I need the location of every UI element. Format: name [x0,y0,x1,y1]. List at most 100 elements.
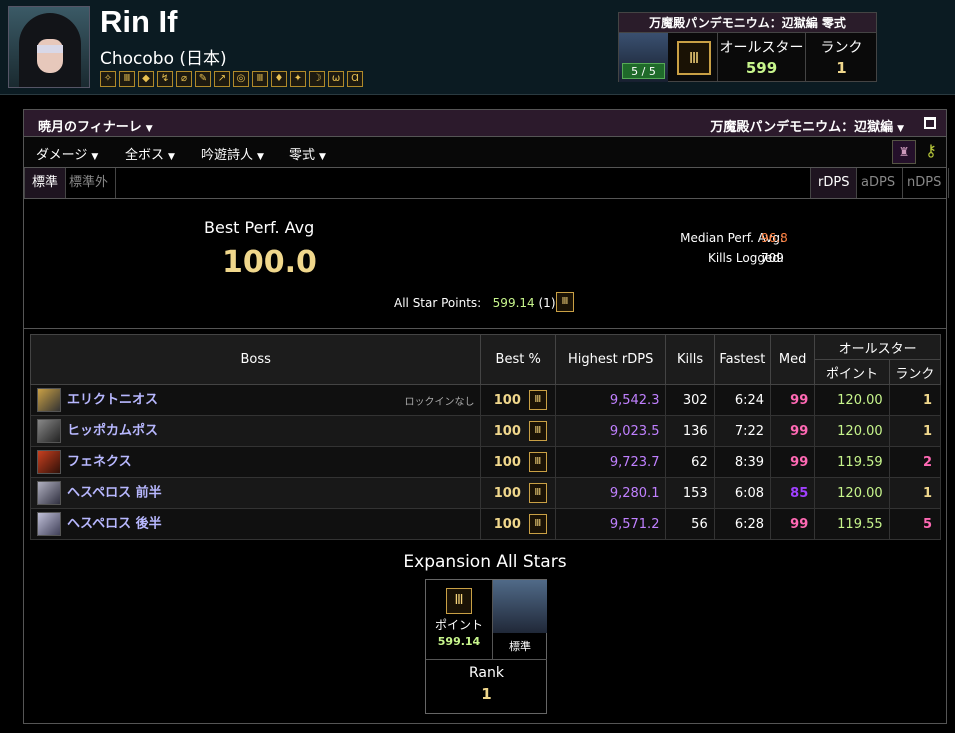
bard-crest-icon[interactable]: Ⅲ [528,452,547,472]
kills-cell: 56 [665,508,715,540]
key-icon[interactable]: ⚷ [919,140,943,164]
white-mage-icon[interactable]: ⌀ [176,71,192,87]
rankings-panel: 暁月のフィナーレ ▼ 万魔殿パンデモニウム：辺獄編 ▼ ダメージ ▼ 全ボス ▼ 吟遊詩… [23,109,950,724]
filter-bar: ダメージ ▼ 全ボス ▼ 吟遊詩人 ▼ 零式 ▼ ♜ ⚷ [24,137,946,168]
expansion-points-label: ポイント [434,618,483,632]
kills-cell: 302 [665,384,715,416]
character-avatar[interactable] [8,6,90,88]
table-row[interactable]: ヘスペロス 後半 100 Ⅲ 9,571.2 56 6:28 99 119.55 … [29,508,942,540]
boss-portrait-icon [37,450,61,474]
bard-crest-icon[interactable]: Ⅲ [528,390,547,410]
monk-icon[interactable]: Ⅲ [252,71,268,87]
dark-knight-icon[interactable]: ◆ [138,71,154,87]
filter-difficulty[interactable]: 零式 ▼ [289,144,326,163]
character-name[interactable]: Rin If [100,4,178,40]
fastest-cell: 6:08 [713,477,772,509]
bard-crest-icon[interactable]: Ⅲ [528,483,547,503]
rank-cell: 1 [888,477,942,509]
allstar-value: 599 [745,59,778,77]
gunbreaker-icon[interactable]: ↯ [157,71,173,87]
points-cell: 120.00 [814,477,890,509]
allstar-points-rank: (1) [538,296,556,310]
raid-group-icon[interactable]: ♜ [892,140,916,164]
tab-non-standard[interactable]: 標準外 [62,168,117,198]
col-points[interactable]: ポイント [814,359,890,385]
boss-cell[interactable]: エリクトニオス ロックインなし [29,384,482,416]
table-row[interactable]: ヒッポカムポス 100 Ⅲ 9,023.5 136 7:22 99 120.00 … [29,415,942,447]
ninja-icon[interactable]: ✦ [290,71,306,87]
tab-standard[interactable]: 標準 [24,168,67,198]
bard-crest-icon[interactable]: Ⅲ [528,421,547,441]
boss-cell[interactable]: ヘスペロス 前半 [29,477,482,509]
boss-name: ヒッポカムポス [67,423,159,439]
table-row[interactable]: フェネクス 100 Ⅲ 9,723.7 62 8:39 99 119.59 2 [29,446,942,478]
rank-cell: 5 [888,508,942,540]
zone-selector-label: 万魔殿パンデモニウム：辺獄編 [710,120,894,135]
server-name[interactable]: Chocobo (日本) [100,44,227,69]
table-row[interactable]: エリクトニオス ロックインなし 100 Ⅲ 9,542.3 302 6:24 99 … [29,384,942,416]
chevron-down-icon: ▼ [168,152,175,162]
rdps-cell[interactable]: 9,023.5 [554,415,667,447]
expansion-title: Expansion All Stars [403,552,567,572]
filter-spec[interactable]: 吟遊詩人 ▼ [201,144,264,163]
reaper-icon[interactable]: ω [328,71,344,87]
boss-cell[interactable]: ヒッポカムポス [29,415,482,447]
rdps-cell[interactable]: 9,542.3 [554,384,667,416]
col-fastest[interactable]: Fastest [713,334,772,385]
expansion-standard[interactable]: 標準 [493,580,547,660]
col-best[interactable]: Best % [480,334,556,385]
bard-icon[interactable]: Ɑ [347,71,363,87]
best-cell: 100 Ⅲ [480,415,556,447]
filter-boss[interactable]: 全ボス ▼ [125,144,175,163]
class-selector-label: 暁月のフィナーレ [38,120,142,135]
bard-crest-icon[interactable]: Ⅲ [528,514,547,534]
zone-thumbnail[interactable]: 5 / 5 [619,33,668,82]
best-value: 100 [493,392,521,408]
rdps-cell[interactable]: 9,723.7 [554,446,667,478]
zone-thumbnail [493,580,547,633]
zone-selector[interactable]: 万魔殿パンデモニウム：辺獄編 ▼ [710,116,904,135]
astrologian-icon[interactable]: ↗ [214,71,230,87]
sage-icon[interactable]: ◎ [233,71,249,87]
filter-spec-label: 吟遊詩人 [201,148,254,163]
col-rank[interactable]: ランク [888,359,942,385]
expansion-points-value: 599.14 [437,635,481,648]
tab-adps[interactable]: aDPS [854,168,904,198]
boss-name: ヘスペロス 後半 [67,516,162,532]
col-kills[interactable]: Kills [665,334,715,385]
scholar-icon[interactable]: ✎ [195,71,211,87]
med-cell: 99 [770,415,816,447]
chevron-down-icon: ▼ [257,152,264,162]
col-med[interactable]: Med [770,334,816,385]
points-cell: 120.00 [814,415,890,447]
boss-cell[interactable]: ヘスペロス 後半 [29,508,482,540]
zone-title[interactable]: 万魔殿パンデモニウム：辺獄編 零式 [619,13,876,33]
col-boss[interactable]: Boss [29,334,482,385]
paladin-icon[interactable]: ✧ [100,71,116,87]
warrior-icon[interactable]: Ⅲ [119,71,135,87]
fastest-cell: 8:39 [713,446,772,478]
class-selector[interactable]: 暁月のフィナーレ ▼ [38,116,153,135]
zone-summary-box: 万魔殿パンデモニウム：辺獄編 零式 5 / 5 Ⅲ オールスター 599 ランク… [618,12,877,82]
median-perf-value: 96.8 [761,231,788,245]
rdps-cell[interactable]: 9,571.2 [554,508,667,540]
tab-ndps[interactable]: nDPS [900,168,950,198]
table-row[interactable]: ヘスペロス 前半 100 Ⅲ 9,280.1 153 6:08 85 120.00… [29,477,942,509]
best-cell: 100 Ⅲ [480,446,556,478]
dragoon-icon[interactable]: ♦ [271,71,287,87]
fastest-cell: 6:28 [713,508,772,540]
allstar-points-label: All Star Points: [394,296,482,310]
rdps-cell[interactable]: 9,280.1 [554,477,667,509]
boss-portrait-icon [37,512,61,536]
boss-cell[interactable]: フェネクス [29,446,482,478]
chevron-down-icon: ▼ [91,152,99,162]
boss-portrait-icon [37,481,61,505]
rank-cell: 1 [888,384,942,416]
chevron-down-icon: ▼ [897,124,904,134]
kills-cell: 153 [665,477,715,509]
maximize-icon[interactable] [924,117,936,129]
col-highest-rdps[interactable]: Highest rDPS [554,334,667,385]
samurai-icon[interactable]: ☽ [309,71,325,87]
filter-metric[interactable]: ダメージ ▼ [36,144,98,163]
tab-rdps[interactable]: rDPS [810,168,858,198]
